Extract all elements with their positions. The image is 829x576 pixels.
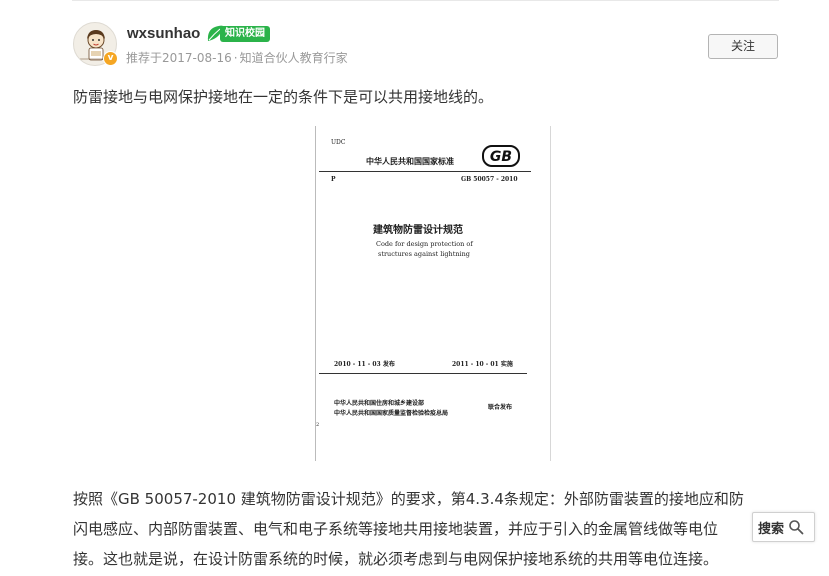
doc-issue-date: 2010 - 11 - 03 发布: [334, 361, 395, 368]
standard-cover-image[interactable]: UDC 中华人民共和国国家标准 GB P GB 50057 - 2010 建筑物…: [315, 126, 551, 461]
doc-udc: UDC: [331, 139, 346, 146]
tag-label: 知识校园: [220, 25, 270, 42]
answer-line-3: 接。这也就是说，在设计防雷系统的时候，就必须考虑到与电网保护接地系统的共用等电位…: [73, 550, 719, 568]
follow-button[interactable]: 关注: [708, 34, 778, 59]
gb-logo-icon: GB: [482, 145, 520, 167]
doc-rule: [319, 171, 531, 172]
doc-page-mark: 2: [316, 422, 320, 428]
top-divider: [72, 0, 779, 1]
meta-separator: ·: [233, 51, 238, 65]
knowledge-campus-tag[interactable]: 知识校园: [206, 24, 270, 43]
answer-meta: 推荐于2017-08-16 · 知道合伙人教育行家: [126, 49, 348, 66]
doc-issuer-2: 中华人民共和国国家质量监督检验检疫总局: [334, 410, 449, 417]
verified-badge-icon: v: [103, 51, 118, 66]
doc-title-en-1: Code for design protection of: [376, 240, 473, 248]
recommend-date: 推荐于2017-08-16: [126, 51, 232, 65]
doc-header: 中华人民共和国国家标准: [366, 156, 454, 166]
doc-logo-text: GB: [490, 149, 512, 165]
doc-title-en-2: structures against lightning: [378, 250, 470, 258]
doc-title-cn: 建筑物防雷设计规范: [373, 225, 463, 236]
doc-rule-bottom: [319, 373, 527, 374]
doc-issuer-1: 中华人民共和国住房和城乡建设部: [334, 400, 425, 407]
doc-joint-issue: 联合发布: [488, 404, 513, 411]
answer-line-2: 闪电感应、内部防雷装置、电气和电子系统等接地共用接地装置，并应于引入的金属管线做…: [73, 520, 719, 538]
doc-impl-date: 2011 - 10 - 01 实施: [452, 361, 513, 368]
search-icon: [789, 520, 804, 535]
answer-intro: 防雷接地与电网保护接地在一定的条件下是可以共用接地线的。: [73, 88, 494, 106]
author-name[interactable]: wxsunhao: [127, 25, 200, 42]
answer-line-1: 按照《GB 50057-2010 建筑物防雷设计规范》的要求，第4.3.4条规定…: [73, 490, 744, 508]
author-org[interactable]: 知道合伙人教育行家: [240, 51, 348, 65]
doc-std-number: GB 50057 - 2010: [461, 176, 518, 183]
doc-class-code: P: [331, 176, 336, 183]
floating-search-button[interactable]: 搜索: [752, 512, 815, 542]
search-label: 搜索: [758, 521, 785, 537]
answer-body: 按照《GB 50057-2010 建筑物防雷设计规范》的要求，第4.3.4条规定…: [73, 484, 785, 574]
